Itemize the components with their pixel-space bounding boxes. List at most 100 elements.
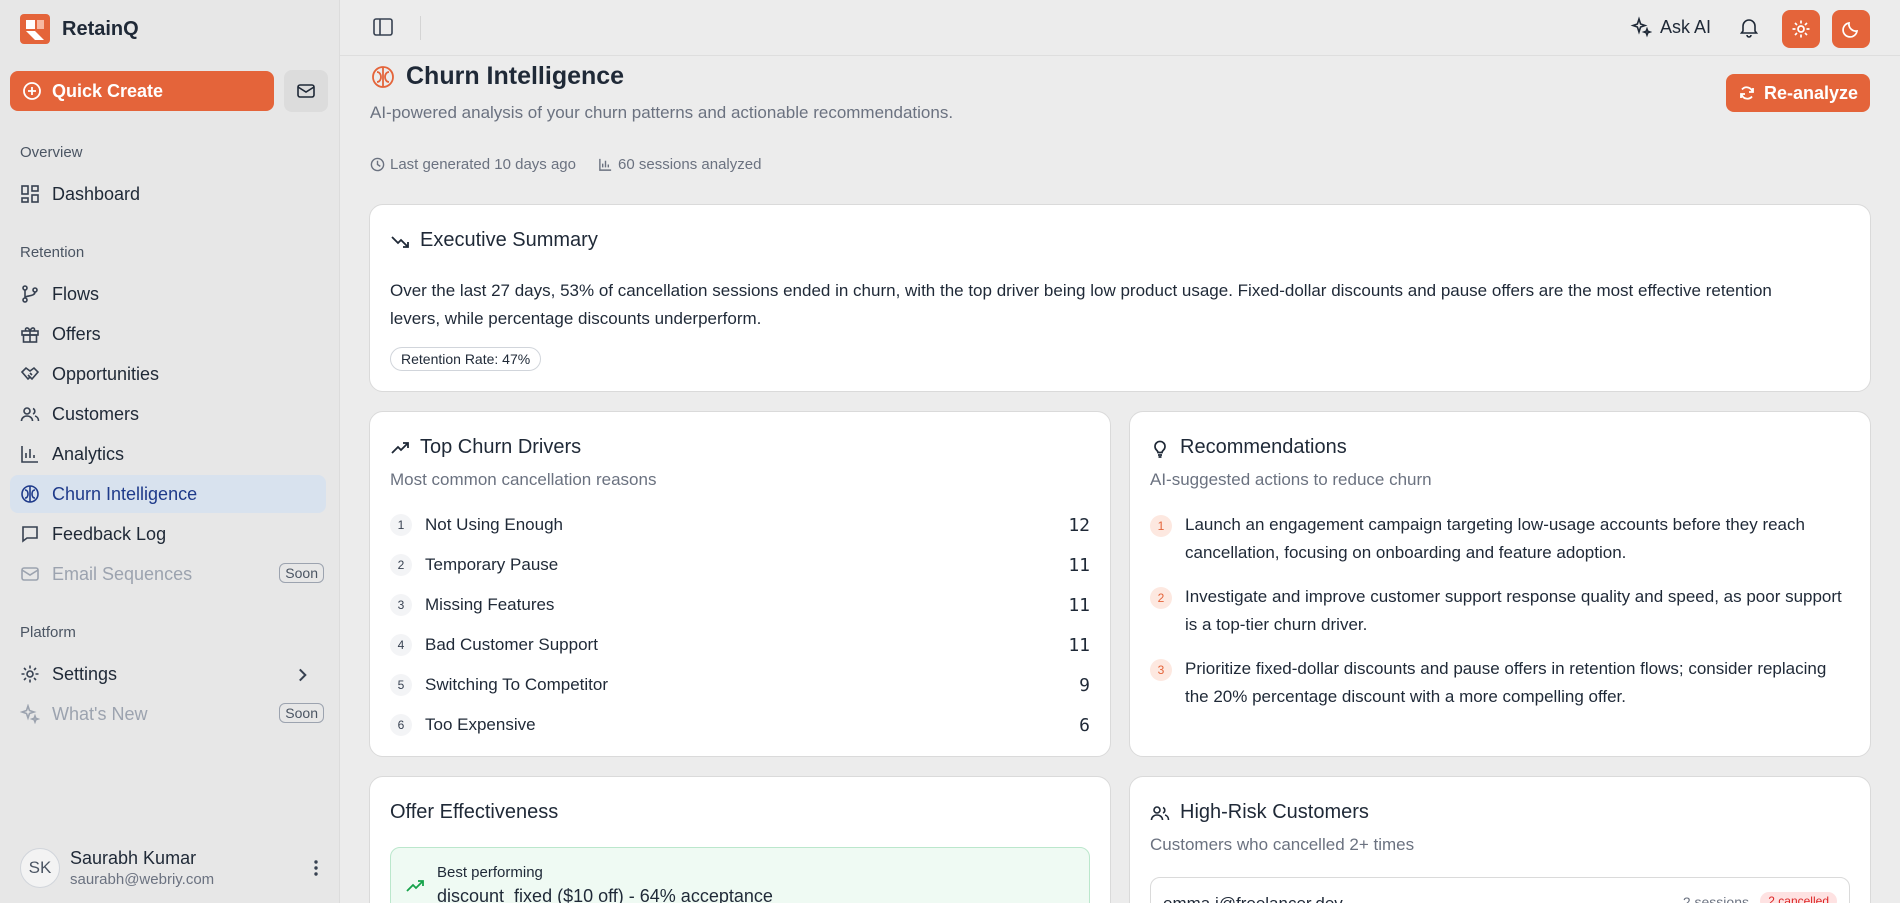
trending-up-icon bbox=[391, 441, 409, 454]
sidebar-item-feedback-log[interactable]: Feedback Log bbox=[10, 515, 326, 553]
sidebar-item-label: Feedback Log bbox=[52, 523, 167, 544]
page-subtitle: AI-powered analysis of your churn patter… bbox=[370, 103, 954, 122]
rank-badge: 5 bbox=[390, 674, 412, 696]
list-item: 3 Prioritize fixed-dollar discounts and … bbox=[1150, 655, 1850, 711]
bell-icon[interactable] bbox=[1738, 16, 1760, 38]
recommendation-text: Investigate and improve customer support… bbox=[1185, 587, 1842, 634]
rank-badge: 1 bbox=[390, 514, 412, 536]
session-count: 2 sessions bbox=[1682, 894, 1749, 903]
driver-count: 6 bbox=[1079, 714, 1090, 736]
driver-count: 12 bbox=[1068, 514, 1090, 536]
rank-badge: 2 bbox=[1150, 587, 1172, 609]
bar-chart-icon bbox=[599, 158, 612, 171]
trending-up-icon bbox=[406, 880, 424, 892]
sidebar-item-dashboard[interactable]: Dashboard bbox=[10, 175, 326, 213]
recommendation-text: Launch an engagement campaign targeting … bbox=[1185, 515, 1805, 562]
driver-label: Missing Features bbox=[425, 595, 555, 614]
sidebar-item-email-sequences: Email Sequences Soon bbox=[10, 555, 326, 593]
chevron-right-icon bbox=[299, 668, 307, 682]
page-header: Churn Intelligence bbox=[370, 62, 624, 91]
driver-count: 11 bbox=[1068, 554, 1090, 576]
users-icon bbox=[20, 407, 40, 422]
sidebar-item-offers[interactable]: Offers bbox=[10, 315, 326, 353]
mail-icon bbox=[21, 567, 39, 581]
sessions-analyzed: 60 sessions analyzed bbox=[598, 156, 761, 173]
recommendations-card: Recommendations AI-suggested actions to … bbox=[1129, 411, 1871, 757]
quick-create-button[interactable]: Quick Create bbox=[10, 71, 274, 111]
more-vertical-icon[interactable] bbox=[306, 858, 326, 878]
cancelled-badge: 2 cancelled bbox=[1760, 892, 1837, 903]
sidebar-item-label: Settings bbox=[52, 663, 118, 684]
section-label-platform: Platform bbox=[20, 624, 76, 641]
theme-toggle-button[interactable] bbox=[1832, 10, 1870, 48]
ask-ai-label: Ask AI bbox=[1660, 16, 1712, 37]
table-row[interactable]: emma.j@freelancer.dev 2 sessions 2 cance… bbox=[1150, 877, 1850, 903]
user-email: saurabh@webriy.com bbox=[70, 871, 215, 888]
list-item: 5 Switching To Competitor 9 bbox=[390, 670, 1090, 700]
sidebar-item-label: Dashboard bbox=[52, 183, 141, 204]
rank-badge: 6 bbox=[390, 714, 412, 736]
card-subtitle: AI-suggested actions to reduce churn bbox=[1150, 470, 1432, 489]
sidebar-item-settings[interactable]: Settings bbox=[10, 655, 326, 693]
inbox-button[interactable] bbox=[284, 70, 328, 112]
gift-icon bbox=[21, 327, 39, 343]
plus-circle-icon bbox=[23, 82, 41, 100]
users-icon bbox=[1150, 805, 1170, 820]
list-item: 6 Too Expensive 6 bbox=[390, 710, 1090, 740]
list-item: 1 Launch an engagement campaign targetin… bbox=[1150, 511, 1850, 567]
driver-label: Bad Customer Support bbox=[425, 635, 598, 654]
rank-badge: 4 bbox=[390, 634, 412, 656]
dashboard-grid-icon bbox=[21, 185, 39, 203]
settings-button[interactable] bbox=[1782, 10, 1820, 48]
rank-badge: 2 bbox=[390, 554, 412, 576]
card-title: Executive Summary bbox=[390, 229, 598, 252]
high-risk-customers-card: High-Risk Customers Customers who cancel… bbox=[1129, 776, 1871, 903]
topbar-divider bbox=[420, 16, 421, 40]
sidebar-item-whats-new: What's New Soon bbox=[10, 695, 326, 733]
brand[interactable]: RetainQ bbox=[20, 14, 139, 44]
driver-label: Too Expensive bbox=[425, 715, 536, 734]
offer-effectiveness-card: Offer Effectiveness Best performing disc… bbox=[369, 776, 1111, 903]
card-title: Offer Effectiveness bbox=[390, 801, 559, 823]
reanalyze-button[interactable]: Re-analyze bbox=[1726, 74, 1870, 112]
message-square-icon bbox=[22, 526, 38, 543]
list-item: 4 Bad Customer Support 11 bbox=[390, 630, 1090, 660]
driver-label: Not Using Enough bbox=[425, 515, 563, 534]
user-profile[interactable]: SK Saurabh Kumar saurabh@webriy.com bbox=[20, 848, 326, 888]
card-subtitle: Customers who cancelled 2+ times bbox=[1150, 835, 1415, 854]
lightbulb-icon bbox=[1154, 440, 1166, 458]
recommendation-text: Prioritize fixed-dollar discounts and pa… bbox=[1185, 659, 1827, 706]
best-performing-label: Best performing bbox=[437, 864, 543, 881]
avatar: SK bbox=[20, 848, 60, 888]
brain-icon bbox=[21, 485, 39, 503]
sidebar-toggle-icon[interactable] bbox=[372, 16, 394, 38]
sidebar-item-label: Email Sequences bbox=[52, 563, 193, 584]
page-title: Churn Intelligence bbox=[406, 62, 625, 90]
soon-badge: Soon bbox=[279, 563, 324, 583]
driver-label: Temporary Pause bbox=[425, 555, 559, 574]
reanalyze-label: Re-analyze bbox=[1763, 82, 1859, 103]
ask-ai-button[interactable]: Ask AI bbox=[1630, 16, 1711, 38]
sparkles-icon bbox=[20, 704, 40, 724]
card-title: Recommendations bbox=[1150, 436, 1347, 459]
sidebar-item-analytics[interactable]: Analytics bbox=[10, 435, 326, 473]
sidebar-item-customers[interactable]: Customers bbox=[10, 395, 326, 433]
gear-icon bbox=[1792, 20, 1810, 38]
driver-count: 11 bbox=[1068, 634, 1090, 656]
soon-badge: Soon bbox=[279, 703, 324, 723]
sidebar-item-label: Offers bbox=[52, 323, 101, 344]
retention-rate-pill: Retention Rate: 47% bbox=[390, 347, 542, 371]
sidebar-item-opportunities[interactable]: Opportunities bbox=[10, 355, 326, 393]
gear-icon bbox=[21, 665, 39, 683]
sidebar-item-churn-intelligence[interactable]: Churn Intelligence bbox=[10, 475, 326, 513]
sidebar-item-flows[interactable]: Flows bbox=[10, 275, 326, 313]
list-item: 1 Not Using Enough 12 bbox=[390, 510, 1090, 540]
driver-label: Switching To Competitor bbox=[425, 675, 608, 694]
card-subtitle: Most common cancellation reasons bbox=[390, 470, 657, 489]
mail-icon bbox=[297, 84, 315, 98]
sidebar-item-label: Opportunities bbox=[52, 363, 160, 384]
section-label-overview: Overview bbox=[20, 144, 83, 161]
brain-icon bbox=[372, 65, 394, 88]
trending-down-icon bbox=[391, 235, 409, 248]
sidebar-item-label: Analytics bbox=[52, 443, 125, 464]
